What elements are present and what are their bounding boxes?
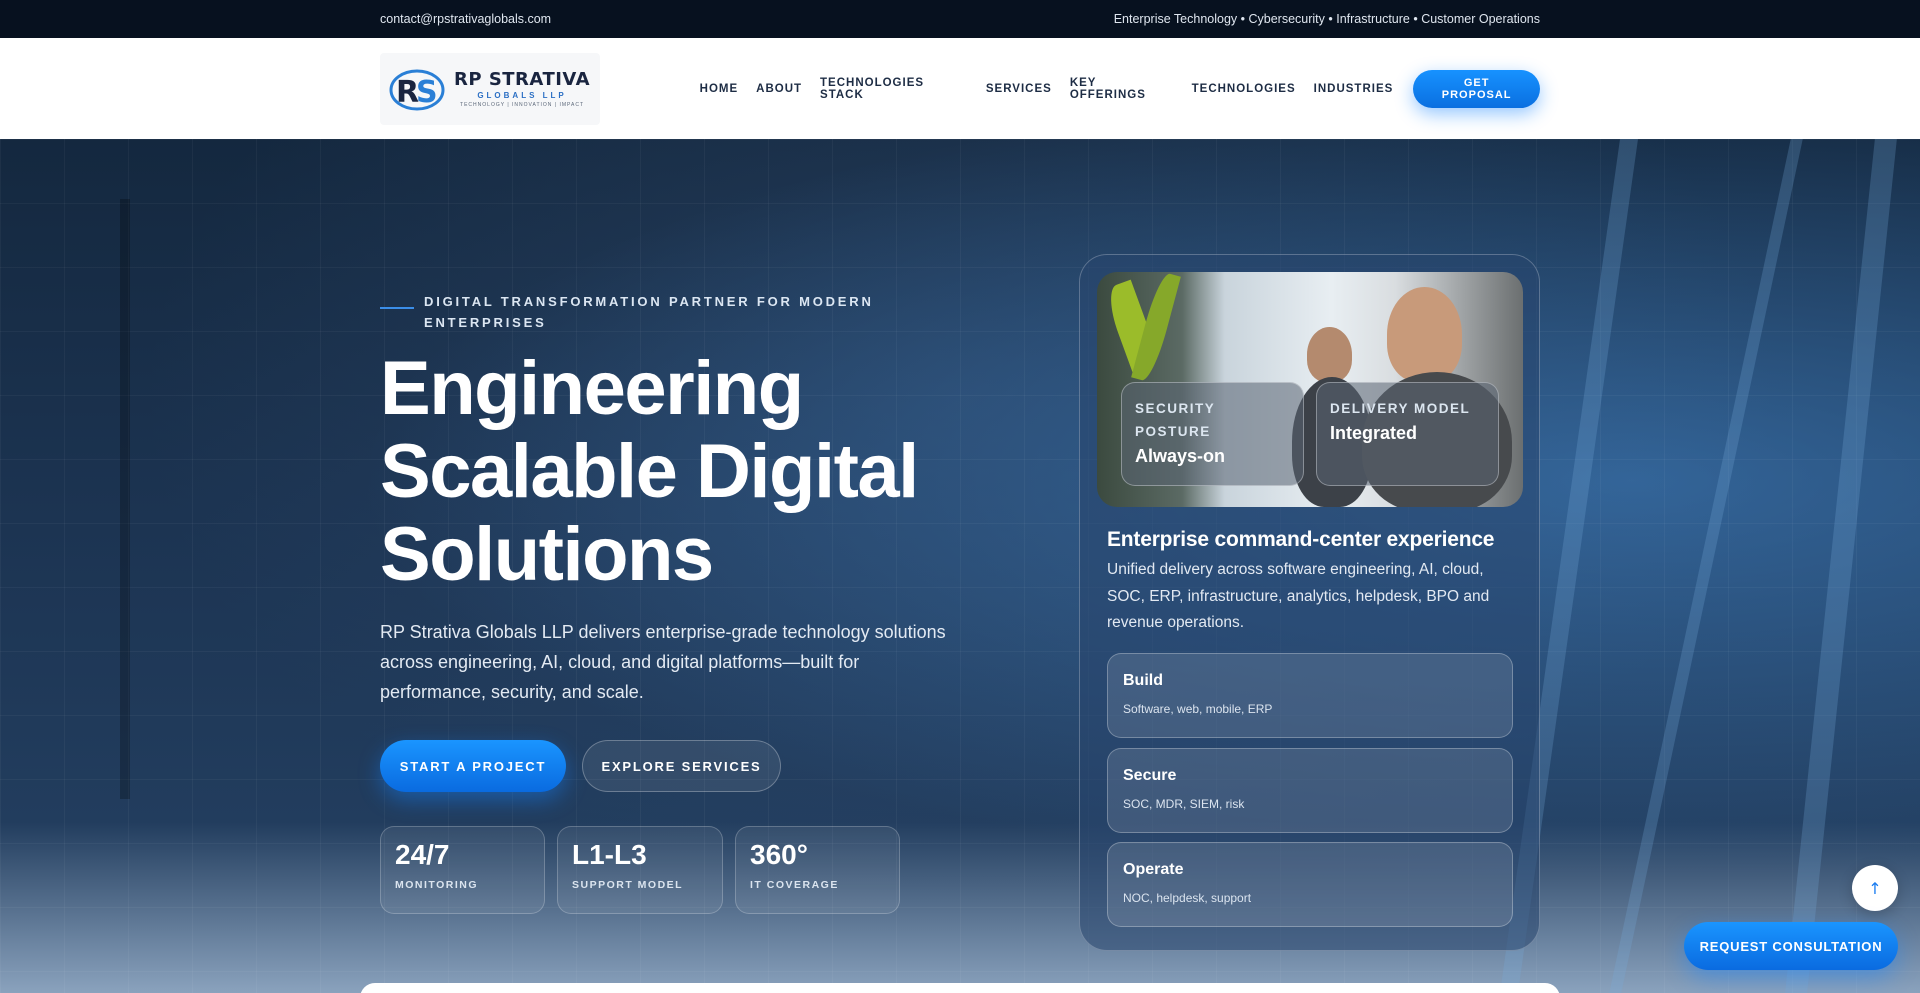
stat-card-monitoring: 24/7 MONITORING: [380, 826, 545, 914]
stat-value: 360°: [750, 839, 808, 870]
nav-services[interactable]: SERVICES: [986, 83, 1052, 95]
capability-desc: NOC, helpdesk, support: [1123, 891, 1252, 905]
topbar-tagline: Enterprise Technology • Cybersecurity • …: [1113, 12, 1540, 26]
rs-monogram-icon: R S: [388, 64, 446, 114]
stat-label: SUPPORT MODEL: [572, 879, 684, 891]
nav-home[interactable]: HOME: [700, 83, 739, 95]
back-to-top-button[interactable]: ↑: [1852, 865, 1898, 911]
stat-label: MONITORING: [395, 879, 479, 891]
company-logo[interactable]: R S RP STRATIVA GLOBALS LLP TECHNOLOGY |…: [380, 52, 600, 125]
badge-security-posture: SECURITY POSTURE Always-on: [1121, 382, 1304, 486]
hero-eyebrow: DIGITAL TRANSFORMATION PARTNER FOR MODER…: [380, 291, 904, 333]
capability-desc: Software, web, mobile, ERP: [1123, 702, 1273, 716]
badge-value: Always-on: [1135, 446, 1226, 466]
top-bar: contact@rpstrativaglobals.com Enterprise…: [0, 0, 1920, 38]
stat-value: 24/7: [395, 839, 450, 870]
capability-title: Secure: [1123, 767, 1177, 784]
eyebrow-text: DIGITAL TRANSFORMATION PARTNER FOR MODER…: [424, 294, 874, 330]
capability-title: Operate: [1123, 861, 1184, 878]
command-center-card: SECURITY POSTURE Always-on DELIVERY MODE…: [1079, 254, 1540, 951]
next-section-panel: [360, 983, 1560, 993]
stat-value: L1-L3: [572, 839, 647, 870]
nav-technologies-stack[interactable]: TECHNOLOGIES STACK: [820, 77, 968, 101]
nav-key-offerings[interactable]: KEY OFFERINGS: [1070, 77, 1174, 101]
nav-industries[interactable]: INDUSTRIES: [1314, 83, 1394, 95]
main-nav: HOME ABOUT TECHNOLOGIES STACK SERVICES K…: [700, 69, 1540, 108]
explore-services-button[interactable]: EXPLORE SERVICES: [582, 740, 781, 792]
hero-section: DIGITAL TRANSFORMATION PARTNER FOR MODER…: [0, 139, 1920, 993]
site-header: R S RP STRATIVA GLOBALS LLP TECHNOLOGY |…: [0, 38, 1920, 139]
capability-build: Build Software, web, mobile, ERP: [1107, 653, 1513, 738]
hero-title: Engineering Scalable Digital Solutions: [380, 346, 919, 597]
badge-label: SECURITY POSTURE: [1135, 401, 1216, 439]
eyebrow-line: [380, 307, 414, 309]
stat-label: IT COVERAGE: [750, 879, 839, 891]
contact-email[interactable]: contact@rpstrativaglobals.com: [380, 12, 551, 26]
stat-card-support-model: L1-L3 SUPPORT MODEL: [557, 826, 723, 914]
nav-about[interactable]: ABOUT: [756, 83, 802, 95]
capability-desc: SOC, MDR, SIEM, risk: [1123, 797, 1245, 811]
card-title: Enterprise command-center experience: [1107, 528, 1495, 551]
logo-subtitle: GLOBALS LLP: [477, 91, 567, 100]
svg-text:S: S: [416, 75, 438, 110]
capability-operate: Operate NOC, helpdesk, support: [1107, 842, 1513, 927]
logo-title: RP STRATIVA: [454, 69, 591, 90]
badge-delivery-model: DELIVERY MODEL Integrated: [1316, 382, 1499, 486]
card-description: Unified delivery across software enginee…: [1107, 561, 1490, 631]
stat-card-it-coverage: 360° IT COVERAGE: [735, 826, 900, 914]
get-proposal-button[interactable]: GET PROPOSAL: [1413, 69, 1540, 108]
logo-tagline: TECHNOLOGY | INNOVATION | IMPACT: [460, 102, 585, 108]
start-project-button[interactable]: START A PROJECT: [380, 740, 566, 792]
nav-technologies[interactable]: TECHNOLOGIES: [1192, 83, 1296, 95]
capability-title: Build: [1123, 672, 1163, 689]
badge-label: DELIVERY MODEL: [1330, 401, 1471, 416]
capability-secure: Secure SOC, MDR, SIEM, risk: [1107, 748, 1513, 833]
badge-value: Integrated: [1330, 423, 1418, 443]
hero-description: RP Strativa Globals LLP delivers enterpr…: [380, 622, 946, 702]
request-consultation-button[interactable]: REQUEST CONSULTATION: [1684, 922, 1898, 970]
office-photo: SECURITY POSTURE Always-on DELIVERY MODE…: [1097, 272, 1523, 507]
